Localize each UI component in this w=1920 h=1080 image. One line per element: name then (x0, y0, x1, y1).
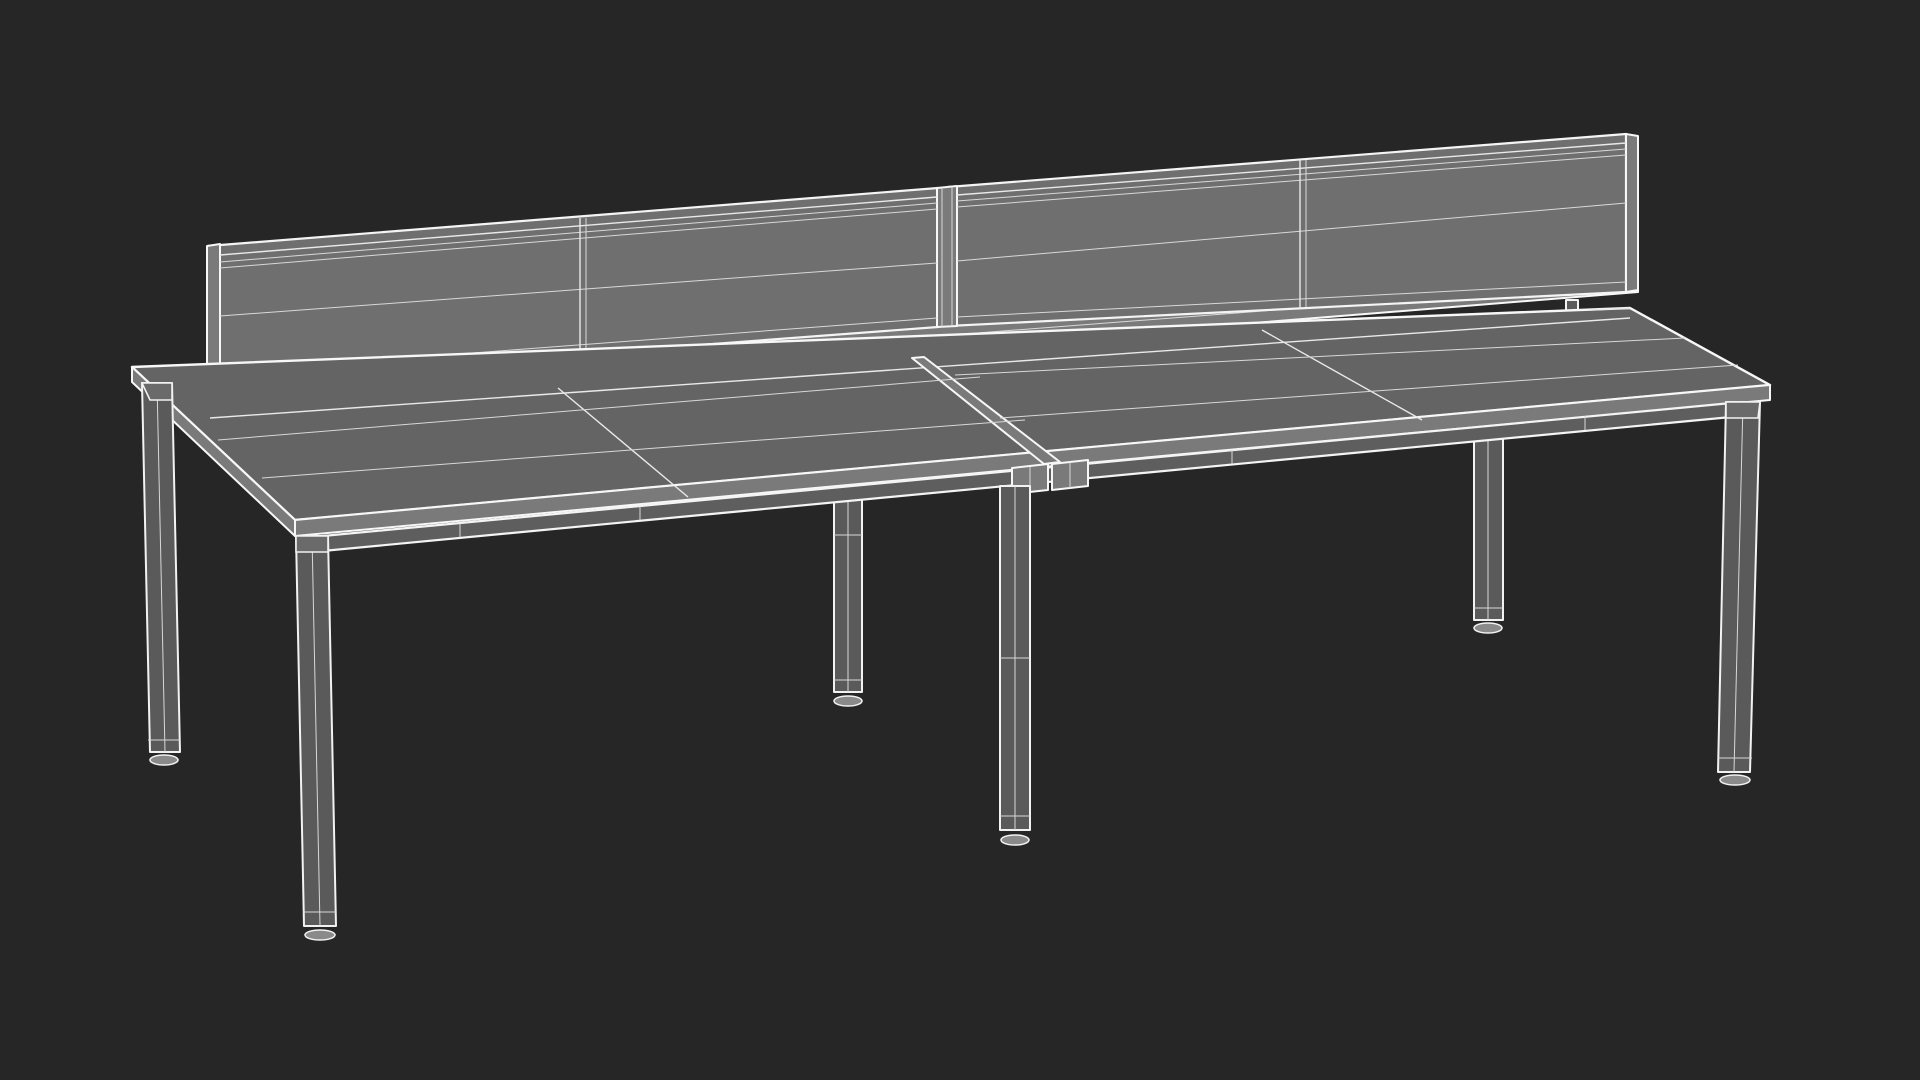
back-leg-center (833, 491, 863, 707)
front-leg-front-center (999, 485, 1031, 846)
front-leg-front-right (1717, 401, 1761, 786)
render-viewport (0, 0, 1920, 1080)
front-leg-front-left (295, 535, 337, 941)
bench-desk-wireframe-icon (130, 132, 1772, 941)
back-leg-right (1473, 431, 1504, 634)
front-leg-left (141, 382, 181, 766)
